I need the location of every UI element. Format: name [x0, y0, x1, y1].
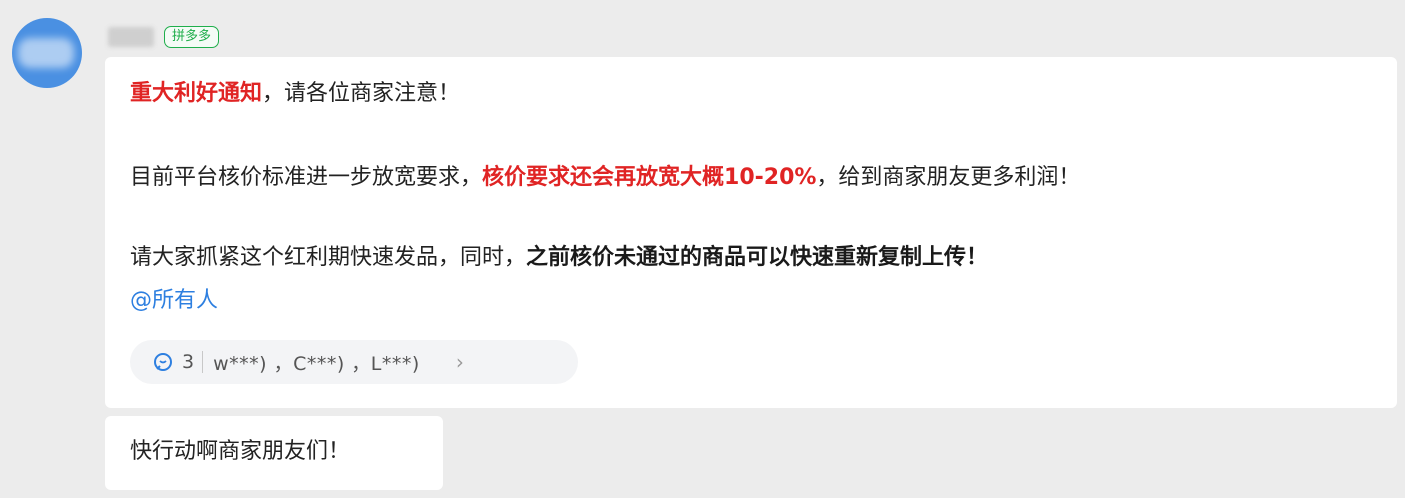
reply-users: w***) ，C***) ，L***): [213, 352, 420, 375]
message-text: 目前平台核价标准进一步放宽要求，: [130, 165, 483, 190]
message-line-2: 目前平台核价标准进一步放宽要求，核价要求还会再放宽大概10-20%，给到商家朋友…: [130, 163, 1080, 193]
sender-badge: 拼多多: [164, 26, 220, 48]
reply-summary[interactable]: 3 w***) ，C***) ，L***) ›: [130, 340, 578, 384]
chevron-right-icon[interactable]: ›: [456, 350, 464, 374]
message-highlight: 核价要求还会再放宽大概10-20%: [482, 165, 817, 190]
mention-all-link[interactable]: @所有人: [130, 288, 218, 313]
message-bold: 之前核价未通过的商品可以快速重新复制上传！: [526, 245, 989, 270]
reply-icon: [152, 351, 174, 373]
sender-header: 拼多多: [108, 24, 220, 50]
message-text: 请大家抓紧这个红利期快速发品，同时，: [130, 245, 527, 270]
divider: [202, 351, 204, 373]
message-text: ，请各位商家注意！: [262, 81, 461, 106]
message-line-4: @所有人: [130, 286, 218, 316]
message-line-3: 请大家抓紧这个红利期快速发品，同时，之前核价未通过的商品可以快速重新复制上传！: [130, 243, 988, 273]
message-text: 快行动啊商家朋友们！: [130, 439, 351, 464]
message-bubble-second[interactable]: 快行动啊商家朋友们！: [105, 416, 443, 490]
sender-name-redacted: [108, 27, 154, 47]
message-bubble[interactable]: 重大利好通知，请各位商家注意！ 目前平台核价标准进一步放宽要求，核价要求还会再放…: [105, 57, 1397, 408]
message-line-1: 重大利好通知，请各位商家注意！: [130, 79, 460, 109]
avatar-blur: [18, 38, 74, 68]
message-highlight: 重大利好通知: [130, 81, 263, 106]
reply-count: 3: [182, 351, 195, 373]
avatar[interactable]: [12, 18, 82, 88]
message-text: ，给到商家朋友更多利润！: [816, 165, 1081, 190]
